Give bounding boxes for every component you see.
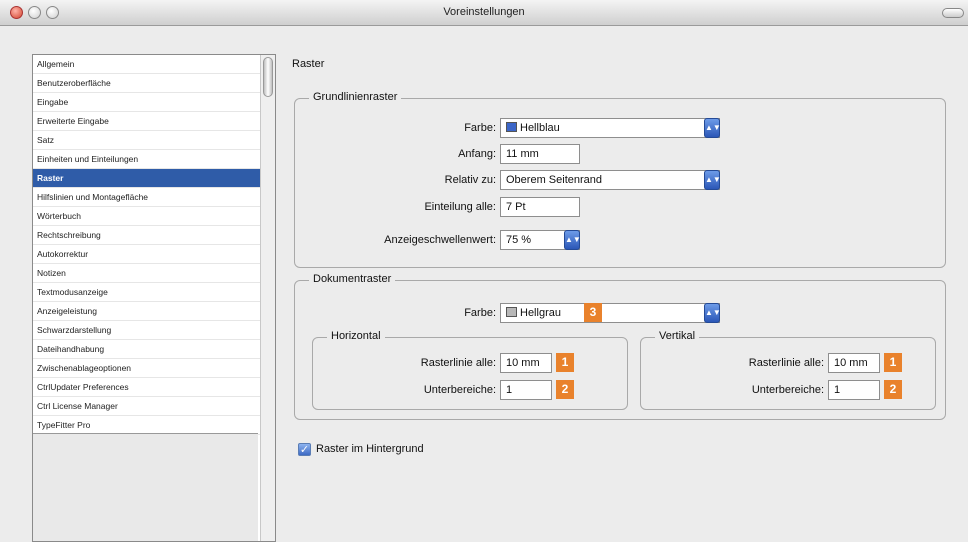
sidebar-item[interactable]: Zwischenablageoptionen xyxy=(33,359,275,378)
chevron-down-icon: ▲▼ xyxy=(704,170,721,190)
horizontal-gridline-input[interactable]: 10 mm xyxy=(500,353,552,373)
category-list-scrollbar[interactable] xyxy=(260,55,275,541)
sidebar-item[interactable]: Raster xyxy=(33,169,275,188)
panel-title: Raster xyxy=(292,58,325,70)
document-color-value: Hellgrau xyxy=(520,307,561,319)
baseline-threshold-label: Anzeigeschwellenwert: xyxy=(384,234,496,246)
baseline-start-input[interactable]: 11 mm xyxy=(500,144,580,164)
horizontal-sub-label: Unterbereiche: xyxy=(423,384,496,396)
sidebar-item[interactable]: Textmodusanzeige xyxy=(33,283,275,302)
baseline-threshold-select[interactable]: 75 % ▲▼ xyxy=(500,230,581,250)
category-list-empty-area xyxy=(33,433,258,541)
category-items: Allgemein Benutzeroberfläche Eingabe Erweit… xyxy=(33,55,275,435)
preferences-category-list[interactable]: Allgemein Benutzeroberfläche Eingabe Erweit… xyxy=(32,54,276,542)
window-title: Voreinstellungen xyxy=(443,6,525,18)
baseline-color-swatch xyxy=(506,122,517,132)
sidebar-item[interactable]: Hilfslinien und Montagefläche xyxy=(33,188,275,207)
scrollbar-thumb[interactable] xyxy=(263,57,273,97)
horizontal-gridline-label: Rasterlinie alle: xyxy=(420,357,496,369)
baseline-color-value: Hellblau xyxy=(520,122,560,134)
document-color-label: Farbe: xyxy=(464,307,496,319)
vertical-group: Vertikal xyxy=(640,330,936,410)
baseline-relative-label: Relativ zu: xyxy=(444,174,496,186)
baseline-relative-select[interactable]: Oberem Seitenrand ▲▼ xyxy=(500,170,721,190)
sidebar-item[interactable]: Allgemein xyxy=(33,55,275,74)
sidebar-item[interactable]: Anzeigeleistung xyxy=(33,302,275,321)
baseline-increment-label: Einteilung alle: xyxy=(424,201,496,213)
baseline-color-select[interactable]: Hellblau ▲▼ xyxy=(500,118,721,138)
sidebar-item[interactable]: Autokorrektur xyxy=(33,245,275,264)
sidebar-item[interactable]: Satz xyxy=(33,131,275,150)
horizontal-sub-input[interactable]: 1 xyxy=(500,380,552,400)
sidebar-item[interactable]: Erweiterte Eingabe xyxy=(33,112,275,131)
horizontal-group: Horizontal xyxy=(312,330,628,410)
sidebar-item[interactable]: Rechtschreibung xyxy=(33,226,275,245)
sidebar-item[interactable]: Wörterbuch xyxy=(33,207,275,226)
callout-badge-2: 2 xyxy=(556,380,574,399)
chevron-down-icon: ▲▼ xyxy=(704,118,721,138)
sidebar-item[interactable]: CtrlUpdater Preferences xyxy=(33,378,275,397)
sidebar-item[interactable]: Ctrl License Manager xyxy=(33,397,275,416)
vertical-gridline-label: Rasterlinie alle: xyxy=(748,357,824,369)
callout-badge-1: 1 xyxy=(884,353,902,372)
sidebar-item[interactable]: Benutzeroberfläche xyxy=(33,74,275,93)
baseline-grid-title: Grundlinienraster xyxy=(309,91,402,103)
baseline-color-label: Farbe: xyxy=(464,122,496,134)
sidebar-item[interactable]: Schwarzdarstellung xyxy=(33,321,275,340)
baseline-threshold-value: 75 % xyxy=(506,234,532,246)
toolbar-toggle-button[interactable] xyxy=(942,8,964,18)
vertical-title: Vertikal xyxy=(655,330,700,342)
chevron-down-icon: ▲▼ xyxy=(704,303,721,323)
callout-badge-1: 1 xyxy=(556,353,574,372)
sidebar-item[interactable]: Eingabe xyxy=(33,93,275,112)
sidebar-item[interactable]: Dateihandhabung xyxy=(33,340,275,359)
baseline-start-label: Anfang: xyxy=(458,148,496,160)
sidebar-item[interactable]: Notizen xyxy=(33,264,275,283)
vertical-gridline-input[interactable]: 10 mm xyxy=(828,353,880,373)
baseline-increment-input[interactable]: 7 Pt xyxy=(500,197,580,217)
baseline-relative-value: Oberem Seitenrand xyxy=(506,174,602,186)
horizontal-title: Horizontal xyxy=(327,330,385,342)
background-grid-label[interactable]: Raster im Hintergrund xyxy=(316,443,424,455)
sidebar-item[interactable]: Einheiten und Einteilungen xyxy=(33,150,275,169)
vertical-sub-input[interactable]: 1 xyxy=(828,380,880,400)
document-grid-title: Dokumentraster xyxy=(309,273,396,285)
background-grid-checkbox[interactable]: ✓ xyxy=(298,443,311,456)
vertical-sub-label: Unterbereiche: xyxy=(751,384,824,396)
document-color-swatch xyxy=(506,307,517,317)
titlebar: Voreinstellungen xyxy=(0,0,968,26)
preferences-window: Voreinstellungen Allgemein Benutzeroberfl… xyxy=(0,0,968,542)
callout-badge-3: 3 xyxy=(584,303,602,322)
document-color-select[interactable]: Hellgrau ▲▼ xyxy=(500,303,721,323)
chevron-down-icon: ▲▼ xyxy=(564,230,581,250)
callout-badge-2: 2 xyxy=(884,380,902,399)
